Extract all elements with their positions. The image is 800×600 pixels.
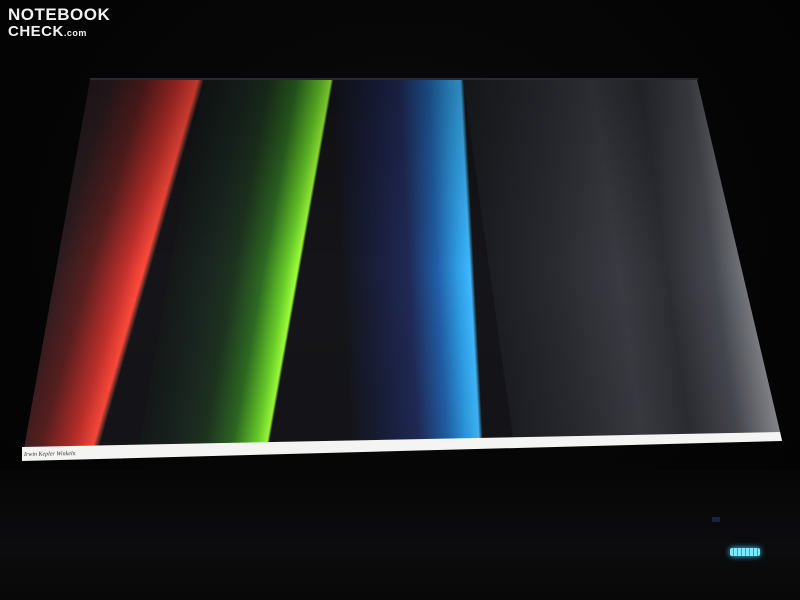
laptop-body (0, 470, 800, 600)
logo-line-2: CHECK.com (8, 24, 110, 39)
power-led-icon (730, 548, 760, 556)
notebook-screen-photo: Irwin Kepler Winkeln NOTEBOOK CHECK.com (0, 0, 800, 600)
logo-suffix: .com (63, 28, 87, 38)
status-led-icon (712, 517, 720, 522)
notebookcheck-logo: NOTEBOOK CHECK.com (8, 6, 110, 39)
taskbar-text: Irwin Kepler Winkeln (23, 451, 76, 458)
logo-word-check: CHECK (8, 23, 64, 40)
screen-top-bezel-edge (90, 78, 698, 80)
logo-line-1: NOTEBOOK (8, 5, 111, 24)
